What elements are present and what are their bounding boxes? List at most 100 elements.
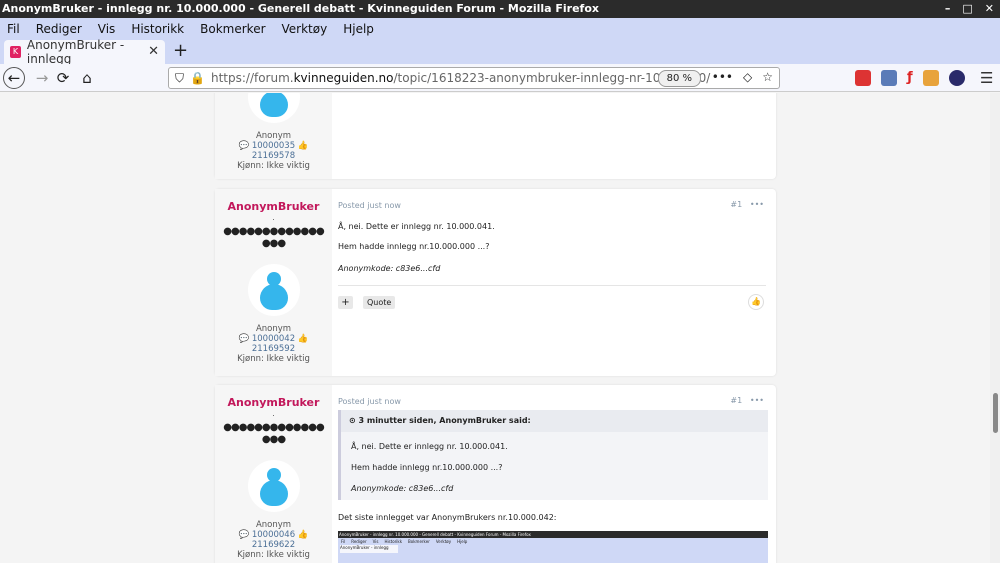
navigation-bar: ← → ⟳ ⌂ ⛉ 🔒 https://forum.kvinneguiden.no… <box>0 64 1000 92</box>
multiquote-button[interactable]: + <box>338 296 353 309</box>
back-button[interactable]: ← <box>3 67 25 89</box>
page-actions-icon[interactable]: ••• <box>712 70 733 84</box>
extensions: ƒ <box>855 70 965 86</box>
menu-fil[interactable]: Fil <box>7 22 20 36</box>
home-button[interactable]: ⌂ <box>76 68 98 88</box>
reload-button[interactable]: ⟳ <box>52 68 74 88</box>
post-count-value: 10000035 <box>251 141 296 151</box>
post-count: 💬 10000046 👍 <box>238 530 309 540</box>
post-menu-icon[interactable]: ••• <box>750 396 764 405</box>
window-title: AnonymBruker - innlegg nr. 10.000.000 - … <box>2 2 599 15</box>
rank-dots: ●●●●●●●●●●●●● ●●● <box>223 422 324 445</box>
post-count-value: 10000046 <box>251 530 296 540</box>
post-line: Hem hadde innlegg nr.10.000.000 ...? <box>338 242 490 251</box>
avatar <box>247 460 300 512</box>
quote-button[interactable]: Quote <box>363 296 396 309</box>
avatar-label: Anonym <box>255 520 292 530</box>
new-tab-button[interactable]: + <box>173 40 188 61</box>
gender-label: Kjønn: Ikke viktig <box>237 550 310 560</box>
forum-page: Anonym 💬 10000035 👍 21169578 Kjønn: Ikke… <box>0 93 990 563</box>
forward-button[interactable]: → <box>31 68 53 88</box>
author-name[interactable]: AnonymBruker <box>215 200 332 213</box>
page-scrollbar[interactable] <box>990 93 1000 563</box>
window-titlebar: AnonymBruker - innlegg nr. 10.000.000 - … <box>0 0 1000 18</box>
url-text: https://forum.kvinneguiden.no/topic/1618… <box>211 71 710 85</box>
quote-line: Å, nei. Dette er innlegg nr. 10.000.041. <box>351 442 508 451</box>
mini-menu-item: Bokmerker <box>408 539 430 544</box>
gender-label: Kjønn: Ikke viktig <box>237 354 310 364</box>
extension-ball-icon[interactable] <box>948 70 965 86</box>
quote-box: ⊙ 3 minutter siden, AnonymBruker said: Å… <box>338 410 768 500</box>
post-card: Anonym 💬 10000035 👍 21169578 Kjønn: Ikke… <box>215 93 776 179</box>
extension-icon[interactable] <box>881 70 897 86</box>
like-icon[interactable]: 👍 <box>748 294 764 310</box>
menu-rediger[interactable]: Rediger <box>36 22 82 36</box>
lock-icon: 🔒 <box>190 71 205 85</box>
zoom-level[interactable]: 80 % <box>657 70 701 87</box>
avatar <box>247 93 300 123</box>
menu-vis[interactable]: Vis <box>98 22 116 36</box>
url-prefix: https://forum. <box>210 71 294 85</box>
hamburger-menu-icon[interactable]: ☰ <box>980 69 993 87</box>
quote-anonymkode: Anonymkode: c83e6...cfd <box>351 484 454 493</box>
tab-bar: K AnonymBruker - innlegg ✕ + <box>0 38 1000 66</box>
post-number-value[interactable]: #1 <box>730 200 742 209</box>
minimize-button[interactable]: – <box>945 0 951 18</box>
reputation: 21169622 <box>251 540 296 550</box>
mini-menu-item: Verktøy <box>435 539 452 544</box>
author-panel: Anonym 💬 10000035 👍 21169578 Kjønn: Ikke… <box>215 93 332 179</box>
bookmark-star-icon[interactable]: ☆ <box>762 70 773 84</box>
tab-label: AnonymBruker - innlegg <box>26 38 125 66</box>
author-panel: AnonymBruker . ●●●●●●●●●●●●● ●●● Anonym 💬… <box>215 189 332 376</box>
avatar-label: Anonym <box>255 324 292 334</box>
post-content: Posted just now #1 ••• ⊙ 3 minutter side… <box>338 385 776 563</box>
tab-close-icon[interactable]: ✕ <box>148 44 159 59</box>
author-panel: AnonymBruker . ●●●●●●●●●●●●● ●●● Anonym 💬… <box>215 385 332 563</box>
maximize-button[interactable]: □ <box>962 0 972 18</box>
kvinneguiden-favicon-icon: K <box>10 46 21 58</box>
post-number-value[interactable]: #1 <box>730 396 742 405</box>
quote-header: ⊙ 3 minutter siden, AnonymBruker said: <box>341 410 768 432</box>
avatar-label: Anonym <box>255 131 292 141</box>
mini-menu: Fil Rediger Vis Historikk Bokmerker Verktøy Hj… <box>338 538 768 545</box>
mini-menu-item: Vis <box>372 539 379 544</box>
post-count: 💬 10000035 👍 <box>238 141 309 151</box>
anonymkode: Anonymkode: c83e6...cfd <box>338 264 441 273</box>
posted-time: Posted just now <box>338 201 401 210</box>
url-bar[interactable]: ⛉ 🔒 https://forum.kvinneguiden.no/topic/1… <box>168 67 780 89</box>
mini-menu-item: Rediger <box>351 539 367 544</box>
mini-tab: AnonymBruker - innlegg <box>340 545 398 553</box>
shield-icon: ⛉ <box>175 70 185 85</box>
embedded-screenshot-image: AnonymBruker - innlegg nr. 10.000.000 - … <box>338 531 768 563</box>
reputation: 21169578 <box>251 151 296 161</box>
gender-label: Kjønn: Ikke viktig <box>237 161 310 171</box>
post-card: AnonymBruker . ●●●●●●●●●●●●● ●●● Anonym 💬… <box>215 189 776 376</box>
mini-menu-item: Hjelp <box>457 539 468 544</box>
menu-bokmerker[interactable]: Bokmerker <box>200 22 265 36</box>
extension-badge-icon[interactable] <box>922 70 939 86</box>
author-name[interactable]: AnonymBruker <box>215 396 332 409</box>
close-window-button[interactable]: ✕ <box>985 0 994 18</box>
ublock-icon[interactable] <box>855 70 871 86</box>
url-actions: ••• ◇ ☆ <box>712 70 773 84</box>
url-host: kvinneguiden.no <box>293 71 394 85</box>
post-number: #1 ••• <box>730 396 764 405</box>
post-count-value: 10000042 <box>251 334 296 344</box>
tab-active[interactable]: K AnonymBruker - innlegg ✕ <box>4 38 165 66</box>
pocket-icon[interactable]: ◇ <box>743 70 752 84</box>
flash-icon[interactable]: ƒ <box>907 70 913 86</box>
scrollbar-thumb[interactable] <box>993 393 998 433</box>
quote-header-text[interactable]: 3 minutter siden, AnonymBruker said: <box>359 416 531 425</box>
posted-time: Posted just now <box>338 397 401 406</box>
post-menu-icon[interactable]: ••• <box>750 200 764 209</box>
post-content: Posted just now #1 ••• Å, nei. Dette er … <box>338 189 776 376</box>
menu-verktoy[interactable]: Verktøy <box>282 22 328 36</box>
mini-title: AnonymBruker - innlegg nr. 10.000.000 - … <box>338 531 768 538</box>
menu-hjelp[interactable]: Hjelp <box>343 22 374 36</box>
menu-bar: Fil Rediger Vis Historikk Bokmerker Verk… <box>0 18 1000 39</box>
post-line: Det siste innlegget var AnonymBrukers nr… <box>338 513 557 522</box>
mini-menu-item: Fil <box>341 539 346 544</box>
quote-line: Hem hadde innlegg nr.10.000.000 ...? <box>351 463 503 472</box>
menu-historikk[interactable]: Historikk <box>131 22 184 36</box>
reputation: 21169592 <box>251 344 296 354</box>
